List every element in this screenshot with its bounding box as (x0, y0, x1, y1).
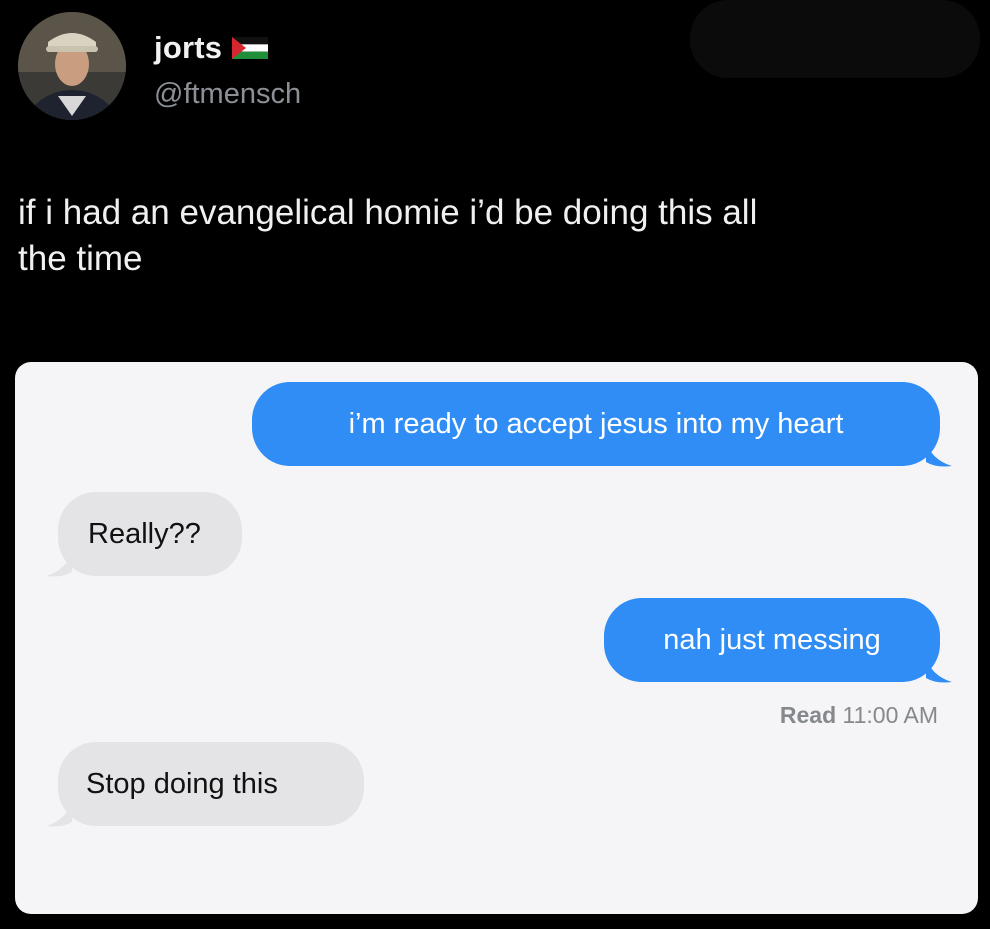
bubble-tail-icon (46, 802, 72, 827)
read-receipt-label: Read (779, 702, 837, 728)
display-name[interactable]: jorts (154, 30, 222, 66)
palestine-flag-icon (232, 37, 269, 59)
message-text: Stop doing this (86, 767, 278, 800)
message-text: nah just messing (663, 623, 881, 656)
avatar-photo-icon (18, 12, 126, 120)
read-receipt: Read 11:00 AM (780, 702, 938, 729)
message-bubble-sent: i’m ready to accept jesus into my heart (252, 382, 940, 466)
message-screenshot: i’m ready to accept jesus into my heart … (15, 362, 978, 914)
bubble-tail-icon (926, 442, 952, 467)
read-receipt-time: 11:00 AM (842, 702, 938, 728)
user-handle[interactable]: @ftmensch (154, 78, 301, 111)
bubble-tail-icon (46, 552, 72, 577)
message-bubble-received: Stop doing this (58, 742, 364, 826)
bubble-tail-icon (926, 658, 952, 683)
redaction-blob (690, 0, 980, 78)
display-name-row: jorts (154, 30, 269, 66)
message-text: i’m ready to accept jesus into my heart (348, 407, 844, 440)
tweet-text: if i had an evangelical homie i’d be doi… (18, 193, 758, 278)
message-bubble-sent: nah just messing (604, 598, 940, 682)
avatar[interactable] (18, 12, 126, 120)
message-bubble-received: Really?? (58, 492, 242, 576)
tweet-header: jorts @ftmensch (18, 12, 718, 122)
message-text: Really?? (88, 517, 201, 550)
